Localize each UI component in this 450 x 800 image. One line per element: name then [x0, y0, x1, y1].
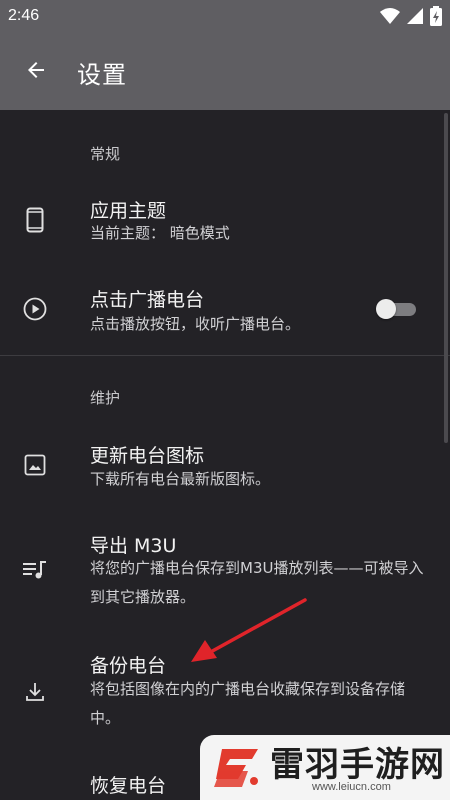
signal-icon	[406, 7, 424, 29]
app-bar: 设置	[0, 34, 450, 110]
setting-item-subtitle: 点击播放按钮，收听广播电台。	[90, 315, 301, 333]
red-arrow-icon	[185, 596, 310, 670]
watermark-url: www.leiucn.com	[312, 781, 391, 793]
playlist-music-icon	[22, 557, 48, 583]
arrow-left-icon	[24, 58, 48, 86]
setting-item-title: 备份电台	[90, 655, 167, 677]
back-button[interactable]	[18, 54, 54, 90]
tap-to-play-toggle[interactable]	[376, 299, 416, 319]
setting-item-title: 点击广播电台	[90, 289, 205, 311]
setting-item-title: 恢复电台	[90, 775, 167, 797]
setting-item-subtitle: 将包括图像在内的广播电台收藏保存到设备存储中。	[90, 680, 406, 727]
image-icon	[22, 452, 48, 478]
watermark-name: 雷羽手游网	[270, 745, 445, 785]
watermark: 雷羽手游网 www.leiucn.com	[200, 735, 450, 800]
section-header-maintenance: 维护	[90, 389, 121, 407]
battery-charging-icon	[430, 6, 442, 30]
phone-icon	[22, 207, 48, 233]
setting-item-subtitle: 下载所有电台最新版图标。	[90, 470, 271, 488]
status-bar: 2:46	[0, 0, 450, 34]
watermark-logo-icon	[208, 741, 264, 799]
setting-item-subtitle: 当前主题： 暗色模式	[90, 224, 230, 242]
setting-item-update-icons[interactable]: 更新电台图标 下载所有电台最新版图标。	[0, 430, 450, 500]
wifi-icon	[380, 7, 400, 29]
setting-item-app-theme[interactable]: 应用主题 当前主题： 暗色模式	[0, 185, 450, 265]
section-header-general: 常规	[90, 145, 121, 163]
setting-item-title: 更新电台图标	[90, 445, 205, 467]
scrollbar[interactable]	[444, 113, 448, 443]
section-divider	[0, 355, 450, 356]
status-icons	[380, 6, 442, 30]
download-icon	[22, 679, 48, 705]
toggle-thumb	[376, 299, 396, 319]
play-circle-icon	[22, 296, 48, 322]
page-title: 设置	[77, 61, 127, 89]
status-time: 2:46	[8, 7, 40, 24]
